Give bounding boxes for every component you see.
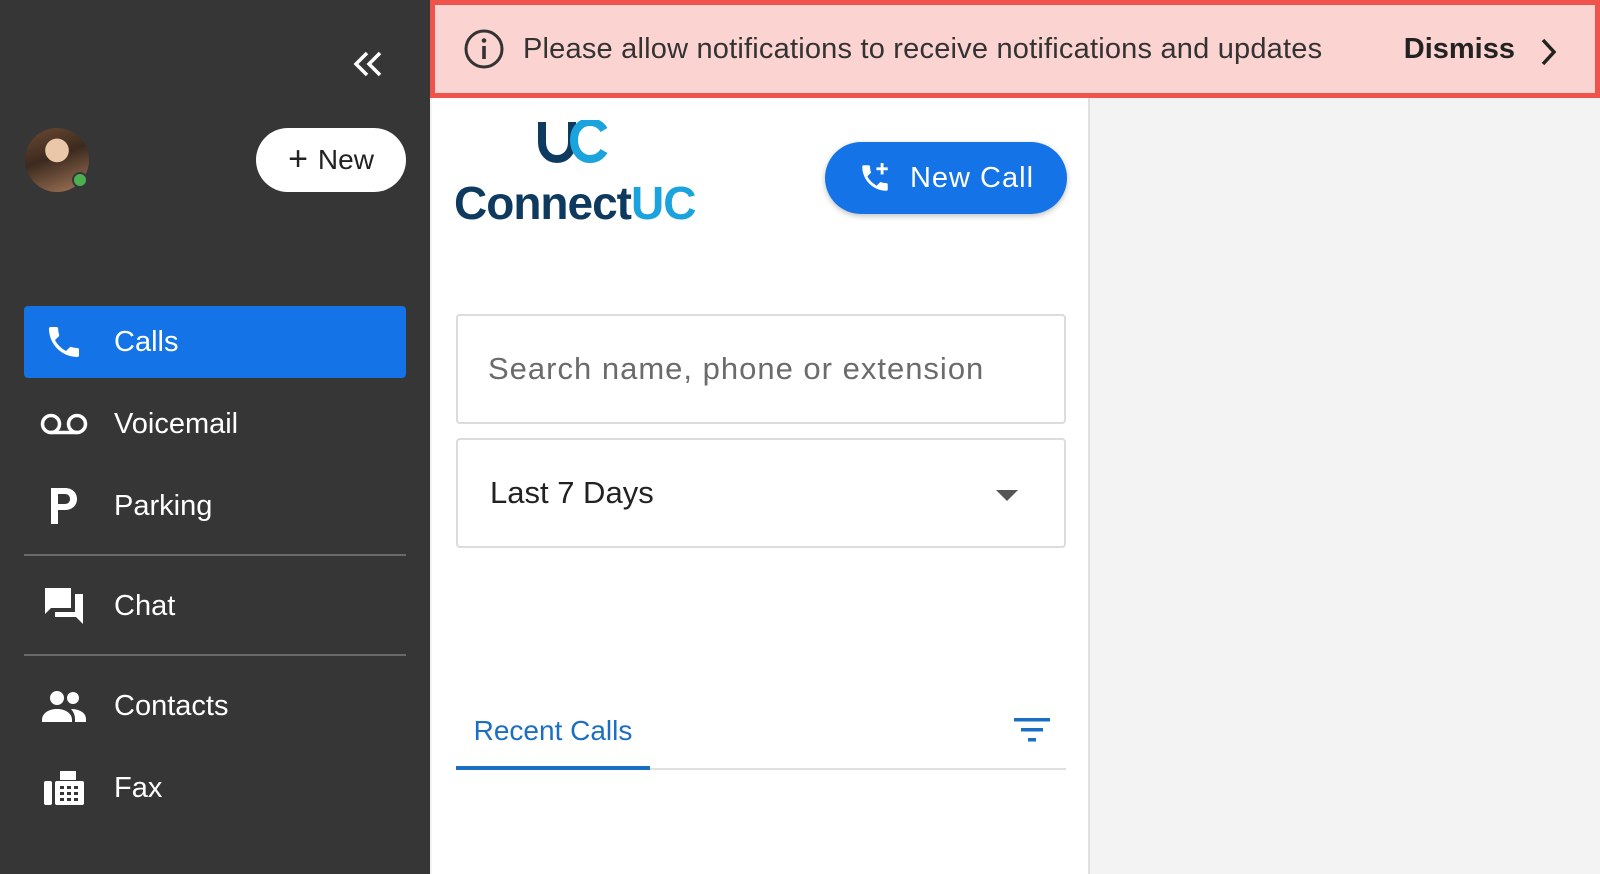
sidebar-item-chat[interactable]: Chat xyxy=(24,570,406,642)
uc-logo-mark xyxy=(538,120,608,164)
sidebar-item-parking[interactable]: Parking xyxy=(24,470,406,542)
sidebar-item-fax[interactable]: Fax xyxy=(24,752,406,824)
contacts-icon xyxy=(32,690,96,722)
sidebar-item-label: Contacts xyxy=(114,689,229,722)
fax-icon xyxy=(32,769,96,807)
logo-wordmark-part2: UC xyxy=(631,177,696,229)
sidebar-item-contacts[interactable]: Contacts xyxy=(24,670,406,742)
search-input[interactable] xyxy=(458,316,1064,422)
tab-recent-calls[interactable]: Recent Calls xyxy=(456,696,650,770)
sidebar-divider xyxy=(24,654,406,656)
sidebar: + New Calls Voicemail Parking Chat Conta… xyxy=(0,0,430,874)
info-icon xyxy=(464,29,504,69)
phone-icon xyxy=(32,322,96,362)
logo-wordmark-part1: Connect xyxy=(454,177,632,229)
filter-icon[interactable] xyxy=(1012,710,1052,750)
sidebar-item-label: Fax xyxy=(114,771,163,804)
sidebar-item-label: Parking xyxy=(114,489,213,522)
sidebar-item-voicemail[interactable]: Voicemail xyxy=(24,388,406,460)
dismiss-button[interactable]: Dismiss xyxy=(1404,33,1515,66)
new-call-label: New Call xyxy=(909,161,1035,194)
connectuc-logo: ConnectUC xyxy=(454,120,696,230)
add-call-icon xyxy=(862,163,888,191)
new-button[interactable]: + New xyxy=(256,128,406,192)
sidebar-divider xyxy=(24,554,406,556)
online-status-dot xyxy=(72,172,88,188)
sidebar-item-calls[interactable]: Calls xyxy=(24,306,406,378)
collapse-sidebar-button[interactable] xyxy=(348,44,388,84)
search-box xyxy=(456,314,1066,424)
voicemail-icon xyxy=(32,410,96,438)
calls-tabs: Recent Calls xyxy=(456,696,1066,770)
calls-panel: ConnectUC New Call Last 7 Days Recent Ca… xyxy=(432,98,1090,874)
sidebar-item-label: Chat xyxy=(114,589,176,622)
date-range-select[interactable]: Last 7 Days xyxy=(456,438,1066,548)
logo-wordmark: ConnectUC xyxy=(454,176,696,230)
new-button-label: New xyxy=(317,144,374,175)
date-range-value: Last 7 Days xyxy=(490,475,654,510)
sidebar-item-label: Calls xyxy=(114,325,179,358)
chat-icon xyxy=(32,586,96,626)
chevron-down-icon xyxy=(996,490,1018,501)
plus-icon: + xyxy=(288,139,308,178)
parking-icon xyxy=(32,486,96,526)
sidebar-item-label: Voicemail xyxy=(114,407,239,440)
new-call-button[interactable]: New Call xyxy=(825,142,1067,214)
banner-message: Please allow notifications to receive no… xyxy=(523,32,1323,65)
double-chevron-left-icon xyxy=(353,51,382,77)
notification-banner: Please allow notifications to receive no… xyxy=(430,0,1600,98)
chevron-right-icon[interactable] xyxy=(1535,35,1561,69)
